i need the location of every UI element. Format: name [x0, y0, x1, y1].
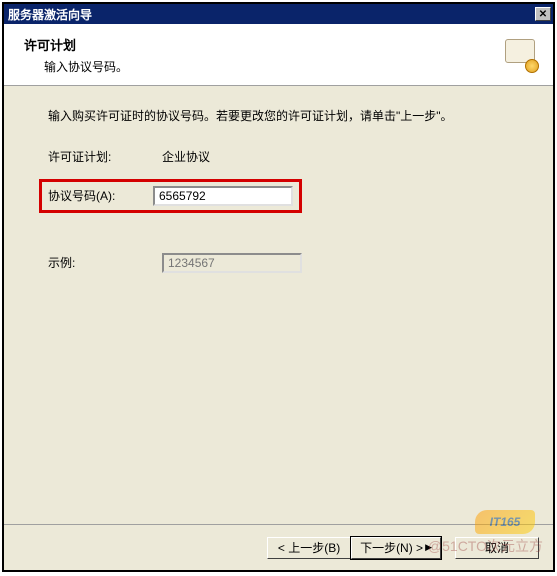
agreement-highlight: 协议号码(A): [39, 179, 302, 213]
agreement-number-input[interactable] [153, 186, 293, 206]
example-row: 示例: [48, 253, 509, 273]
window-title: 服务器激活向导 [8, 6, 535, 23]
close-icon: ✕ [539, 9, 547, 20]
close-button[interactable]: ✕ [535, 7, 551, 21]
example-label: 示例: [48, 254, 162, 271]
header-title: 许可计划 [24, 35, 503, 54]
example-input [162, 253, 302, 273]
wizard-window: 服务器激活向导 ✕ 许可计划 输入协议号码。 输入购买许可证时的协议号码。若要更… [2, 2, 555, 572]
wizard-header: 许可计划 输入协议号码。 [4, 24, 553, 86]
instruction-text: 输入购买许可证时的协议号码。若要更改您的许可证计划，请单击"上一步"。 [48, 106, 509, 128]
cancel-button[interactable]: 取消 [455, 537, 539, 559]
next-button[interactable]: 下一步(N) > ▶ [351, 537, 441, 559]
certificate-icon [503, 37, 539, 73]
header-text: 许可计划 输入协议号码。 [24, 35, 503, 75]
next-button-label: 下一步(N) > [360, 539, 423, 556]
agreement-label: 协议号码(A): [48, 187, 153, 204]
back-button[interactable]: < 上一步(B) [267, 537, 351, 559]
chevron-right-icon: ▶ [425, 542, 432, 553]
wizard-body: 输入购买许可证时的协议号码。若要更改您的许可证计划，请单击"上一步"。 许可证计… [4, 86, 553, 524]
header-subtitle: 输入协议号码。 [24, 58, 503, 75]
license-plan-label: 许可证计划: [48, 148, 162, 165]
titlebar: 服务器激活向导 ✕ [4, 4, 553, 24]
wizard-footer: < 上一步(B) 下一步(N) > ▶ 取消 [4, 524, 553, 570]
license-plan-row: 许可证计划: 企业协议 [48, 148, 509, 165]
license-plan-value: 企业协议 [162, 148, 210, 165]
